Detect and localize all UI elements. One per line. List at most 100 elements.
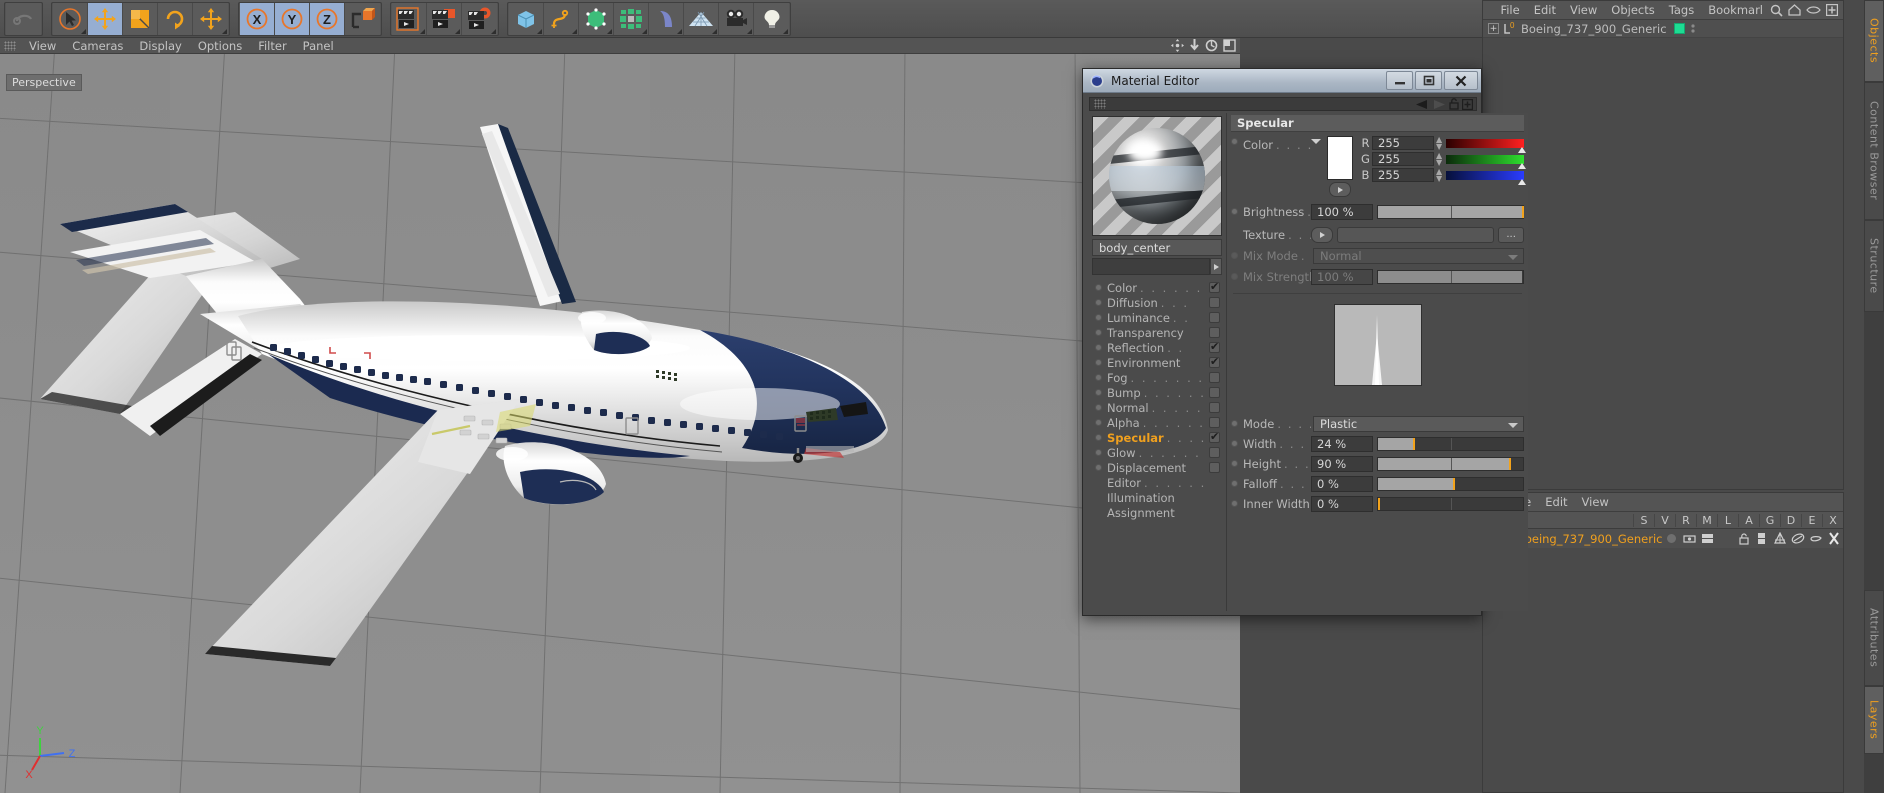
minimize-button[interactable] [1386,71,1413,90]
render-settings-icon[interactable] [462,2,497,35]
r-gradient-bar[interactable] [1446,138,1527,153]
toolbar-grip-icon[interactable] [1094,99,1106,109]
b-spinner-icon[interactable]: ▲ ▼ [1436,168,1442,183]
inner-width-value-field[interactable]: 0 % [1311,495,1373,512]
lock-icon[interactable] [1449,98,1459,110]
array-icon[interactable] [614,2,649,35]
column-d[interactable]: D [1780,513,1801,527]
expand-toggle-icon[interactable]: + [1488,23,1499,34]
viewport-grip-icon[interactable] [4,40,16,51]
texture-browse-button[interactable]: ... [1498,226,1525,243]
column-x[interactable]: X [1822,513,1843,527]
channel-glow[interactable]: Glow. . . . . . . [1089,445,1226,460]
channel-checkbox[interactable] [1209,312,1220,323]
r-spinner-icon[interactable]: ▲ ▼ [1436,136,1442,151]
solo-dot-icon[interactable] [1662,534,1680,543]
height-value-field[interactable]: 90 % [1311,455,1373,472]
back-arrow-icon[interactable] [1415,99,1429,110]
channel-alpha[interactable]: Alpha. . . . . . [1089,415,1226,430]
channel-normal[interactable]: Normal. . . . . [1089,400,1226,415]
channel-checkbox[interactable] [1209,297,1220,308]
vtab-content-browser[interactable]: Content Browser [1864,82,1884,220]
visible-icon[interactable] [1681,534,1699,544]
texture-path-field[interactable] [1337,226,1495,243]
generator-icon[interactable] [1771,532,1789,545]
viewport-menu-options[interactable]: Options [190,38,250,54]
light-icon[interactable] [754,2,789,35]
channel-checkbox[interactable] [1209,372,1220,383]
vtab-attributes[interactable]: Attributes [1864,590,1884,686]
column-v[interactable]: V [1654,513,1675,527]
channel-assignment[interactable]: Assignment [1089,505,1226,520]
object-row[interactable]: + 0 Boeing_737_900_Generic [1483,20,1843,38]
om-menu-edit[interactable]: Edit [1527,3,1563,17]
render-region-icon[interactable] [427,2,462,35]
channel-checkbox[interactable] [1209,280,1220,293]
channel-transparency[interactable]: Transparency [1089,325,1226,340]
y-axis-icon[interactable]: Y [275,2,310,35]
height-slider[interactable] [1377,456,1525,471]
material-tag-icon[interactable] [1673,23,1685,34]
scale-icon[interactable] [123,2,158,35]
spline-icon[interactable] [544,2,579,35]
material-editor-window[interactable]: Material Editor body_center Color . . . … [1082,68,1529,616]
channel-checkbox[interactable] [1209,327,1220,338]
channel-checkbox[interactable] [1209,387,1220,398]
bend-deformer-icon[interactable] [649,2,684,35]
move-icon[interactable] [88,2,123,35]
maximize-button[interactable] [1415,71,1442,90]
lm-menu-edit[interactable]: Edit [1538,495,1574,509]
z-axis-icon[interactable]: Z [310,2,345,35]
rotate-view-icon[interactable] [1205,39,1218,52]
hypernurbs-icon[interactable] [579,2,614,35]
om-menu-objects[interactable]: Objects [1604,3,1661,17]
specular-color-swatch[interactable] [1327,136,1353,180]
column-a[interactable]: A [1738,513,1759,527]
select-arrow-icon[interactable] [53,2,88,35]
mix-strength-slider[interactable] [1377,269,1525,284]
material-path-field[interactable] [1092,258,1210,275]
deformer-icon[interactable] [1789,532,1807,545]
inner-width-slider[interactable] [1377,496,1525,511]
r-value-field[interactable]: 255 [1372,136,1434,150]
mix-mode-dropdown[interactable]: Normal [1313,247,1525,264]
eye-icon[interactable] [1806,5,1821,15]
expression-icon[interactable] [1807,533,1825,544]
color-expand-arrow-icon[interactable] [1311,139,1321,144]
g-value-field[interactable]: 255 [1372,152,1434,166]
falloff-slider[interactable] [1377,476,1525,491]
channel-checkbox[interactable] [1209,462,1220,473]
column-s[interactable]: S [1633,513,1654,527]
home-icon[interactable] [1788,4,1801,16]
channel-checkbox[interactable] [1209,340,1220,353]
channel-diffusion[interactable]: Diffusion. . . [1089,295,1226,310]
column-g[interactable]: G [1759,513,1780,527]
zoom-icon[interactable] [1189,39,1200,52]
lock-icon[interactable] [1735,532,1753,545]
material-editor-titlebar[interactable]: Material Editor [1083,69,1481,93]
channel-bump[interactable]: Bump. . . . . . [1089,385,1226,400]
b-gradient-bar[interactable] [1446,170,1527,185]
om-menu-view[interactable]: View [1563,3,1604,17]
channel-specular[interactable]: Specular. . . . [1089,430,1226,445]
camera-icon[interactable] [719,2,754,35]
column-l[interactable]: L [1717,513,1738,527]
mode-dropdown[interactable]: Plastic [1313,415,1525,432]
brightness-slider[interactable] [1377,204,1525,219]
channel-environment[interactable]: Environment [1089,355,1226,370]
channel-displacement[interactable]: Displacement [1089,460,1226,475]
floor-icon[interactable] [684,2,719,35]
falloff-value-field[interactable]: 0 % [1311,475,1373,492]
channel-editor[interactable]: Editor. . . . . . [1089,475,1226,490]
x-axis-icon[interactable]: X [240,2,275,35]
column-r[interactable]: R [1675,513,1696,527]
g-spinner-icon[interactable]: ▲ ▼ [1436,152,1442,167]
channel-reflection[interactable]: Reflection. . [1089,340,1226,355]
manager-icon[interactable] [1717,533,1735,544]
layer-row[interactable]: └ Boeing_737_900_Generic [1483,529,1843,548]
column-m[interactable]: M [1696,513,1717,527]
maximize-view-icon[interactable] [1223,39,1236,52]
color-picker-toggle-icon[interactable] [1329,182,1351,197]
viewport-menu-cameras[interactable]: Cameras [64,38,131,54]
channel-checkbox[interactable] [1209,447,1220,458]
